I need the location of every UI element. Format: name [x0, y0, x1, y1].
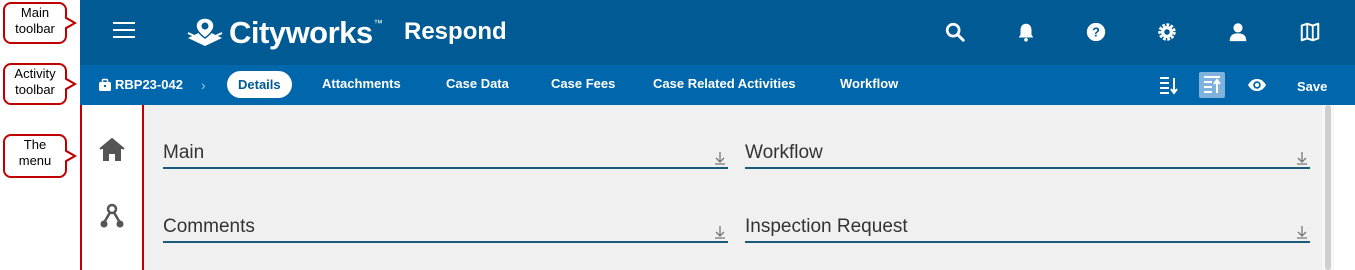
tab-details[interactable]: Details	[227, 71, 292, 98]
activity-toolbar: RBP23-042 › Details Attachments Case Dat…	[80, 65, 1355, 105]
home-icon[interactable]	[97, 135, 127, 165]
tab-attachments[interactable]: Attachments	[322, 76, 401, 91]
logo-text: Cityworks	[229, 15, 373, 50]
map-icon[interactable]	[1298, 20, 1322, 44]
expand-panel-icon	[1297, 226, 1307, 239]
app-name: Respond	[404, 18, 507, 45]
expand-panel-icon	[1297, 152, 1307, 165]
collapse-all-icon[interactable]	[1199, 72, 1225, 98]
cityworks-logo-icon	[187, 17, 223, 46]
main-toolbar: Cityworks ™ Respond ?	[80, 0, 1355, 65]
case-id[interactable]: RBP23-042	[98, 77, 183, 92]
help-icon[interactable]: ?	[1084, 20, 1108, 44]
save-button[interactable]: Save	[1297, 79, 1327, 94]
logo-trademark: ™	[373, 18, 383, 28]
breadcrumb-chevron-icon: ›	[201, 77, 206, 93]
scrollbar-thumb[interactable]	[1325, 105, 1331, 270]
callout-menu-text: The menu	[18, 137, 52, 168]
tab-case-fees[interactable]: Case Fees	[551, 76, 615, 91]
panel-workflow-title: Workflow	[745, 142, 823, 163]
panel-main-title: Main	[163, 142, 205, 163]
callout-menu: The menu	[3, 134, 77, 178]
content-scrollbar[interactable]	[1322, 105, 1334, 270]
panel-inspection-request[interactable]: Inspection Request	[745, 205, 1310, 243]
content-area	[144, 105, 1322, 270]
panel-inspection-request-title: Inspection Request	[745, 216, 908, 237]
eye-icon[interactable]	[1246, 74, 1268, 96]
callout-main-toolbar-text: Main toolbar	[15, 5, 55, 36]
expand-panel-icon	[715, 226, 725, 239]
workflow-icon[interactable]	[97, 202, 127, 232]
bell-icon[interactable]	[1014, 20, 1038, 44]
callout-activity-toolbar-text: Activity toolbar	[14, 66, 56, 97]
cityworks-logo: Cityworks ™	[185, 14, 383, 52]
svg-text:?: ?	[1092, 25, 1100, 40]
search-icon[interactable]	[943, 20, 967, 44]
settings-icon[interactable]	[1155, 20, 1179, 44]
panel-workflow[interactable]: Workflow	[745, 131, 1310, 169]
tab-case-related-activities[interactable]: Case Related Activities	[653, 76, 796, 91]
panel-main[interactable]: Main	[163, 131, 728, 169]
case-id-label: RBP23-042	[115, 77, 183, 92]
expand-panel-icon	[715, 152, 725, 165]
panel-comments-title: Comments	[163, 216, 255, 237]
hamburger-menu-icon[interactable]	[113, 22, 135, 42]
user-icon[interactable]	[1226, 20, 1250, 44]
panel-comments[interactable]: Comments	[163, 205, 728, 243]
side-menu	[80, 105, 144, 270]
tab-workflow[interactable]: Workflow	[840, 76, 898, 91]
briefcase-icon	[99, 78, 111, 91]
callout-main-toolbar: Main toolbar	[3, 2, 77, 44]
tab-case-data[interactable]: Case Data	[446, 76, 509, 91]
expand-all-icon[interactable]	[1157, 74, 1179, 96]
callout-activity-toolbar: Activity toolbar	[3, 63, 77, 105]
